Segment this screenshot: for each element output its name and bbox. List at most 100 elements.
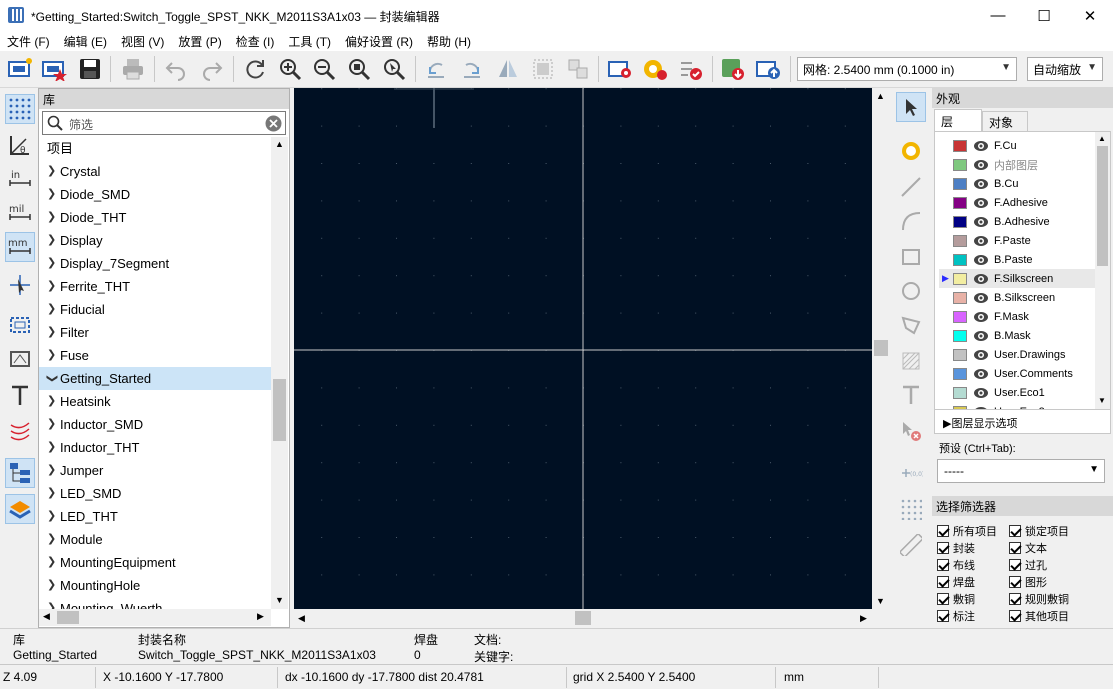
scroll-left-icon[interactable]: ◀ <box>43 611 50 622</box>
close-button[interactable]: ✕ <box>1067 0 1113 31</box>
layer-color-swatch[interactable] <box>953 291 967 304</box>
zoom-selection-icon[interactable] <box>380 55 408 83</box>
tree-item-inductor-smd[interactable]: ❯ Inductor_SMD <box>39 413 271 436</box>
library-horizontal-scrollbar[interactable]: ◀ ▶ <box>39 609 271 626</box>
chevron-right-icon[interactable]: ❯ <box>47 574 56 597</box>
tab-layers[interactable]: 层 <box>934 109 982 131</box>
tree-item-display-7segment[interactable]: ❯ Display_7Segment <box>39 252 271 275</box>
filter-other-items-checkbox[interactable]: 其他项目 <box>1009 608 1069 624</box>
filter-vias-checkbox[interactable]: 过孔 <box>1009 557 1047 573</box>
layer-row[interactable]: B.Paste <box>939 250 1095 269</box>
tree-item-module[interactable]: ❯ Module <box>39 528 271 551</box>
tab-objects[interactable]: 对象 <box>982 111 1028 131</box>
scrollbar-thumb[interactable] <box>57 611 79 624</box>
layer-row[interactable]: F.Cu <box>939 136 1095 155</box>
redo-icon[interactable] <box>198 55 226 83</box>
insert-into-board-icon[interactable] <box>754 55 782 83</box>
tree-item-led-tht[interactable]: ❯ LED_THT <box>39 505 271 528</box>
scroll-down-icon[interactable]: ▼ <box>1098 396 1106 405</box>
draw-line-icon[interactable] <box>896 172 926 202</box>
tree-item-inductor-tht[interactable]: ❯ Inductor_THT <box>39 436 271 459</box>
layer-row[interactable]: F.Adhesive <box>939 193 1095 212</box>
clear-filter-icon[interactable] <box>265 115 282 135</box>
scroll-down-icon[interactable]: ▼ <box>876 596 885 606</box>
chevron-right-icon[interactable]: ❯ <box>47 229 56 252</box>
footprint-canvas[interactable] <box>294 88 872 609</box>
scrollbar-thumb[interactable] <box>1097 146 1108 266</box>
scroll-left-icon[interactable]: ◀ <box>298 613 305 624</box>
maximize-button[interactable]: ☐ <box>1021 0 1067 31</box>
layer-list-scrollbar[interactable]: ▲ ▼ <box>1095 132 1110 409</box>
eye-icon[interactable] <box>973 273 989 285</box>
refresh-icon[interactable] <box>241 55 269 83</box>
chevron-right-icon[interactable]: ❯ <box>47 597 56 609</box>
layer-row[interactable]: ▶ F.Silkscreen <box>939 269 1095 288</box>
chevron-right-icon[interactable]: ❯ <box>47 298 56 321</box>
units-mil-icon[interactable]: mil <box>5 198 35 228</box>
menu-place[interactable]: 放置 (P) <box>171 33 228 50</box>
layer-row[interactable]: User.Drawings <box>939 345 1095 364</box>
canvas-horizontal-scrollbar[interactable]: ◀ ▶ <box>294 609 872 627</box>
tree-item-jumper[interactable]: ❯ Jumper <box>39 459 271 482</box>
layer-color-swatch[interactable] <box>953 158 967 171</box>
layer-color-swatch[interactable] <box>953 272 967 285</box>
tree-item-diode-tht[interactable]: ❯ Diode_THT <box>39 206 271 229</box>
tree-item-crystal[interactable]: ❯ Crystal <box>39 160 271 183</box>
filter-all-items-checkbox[interactable]: 所有项目 <box>937 523 997 539</box>
layer-display-options[interactable]: ▶图层显示选项 <box>934 410 1111 434</box>
layer-color-swatch[interactable] <box>953 310 967 323</box>
group-icon[interactable] <box>529 55 557 83</box>
tree-item-fuse[interactable]: ❯ Fuse <box>39 344 271 367</box>
filter-zones-checkbox[interactable]: 敷铜 <box>937 591 975 607</box>
tree-item-getting-started[interactable]: ❯ Getting_Started <box>39 367 271 390</box>
layer-color-swatch[interactable] <box>953 348 967 361</box>
scroll-up-icon[interactable]: ▲ <box>1098 134 1106 143</box>
filter-dimensions-checkbox[interactable]: 标注 <box>937 608 975 624</box>
new-footprint-icon[interactable] <box>6 55 34 83</box>
preset-select[interactable]: ----- ▼ <box>937 459 1105 483</box>
layer-row[interactable]: F.Paste <box>939 231 1095 250</box>
chevron-right-icon[interactable]: ❯ <box>47 528 56 551</box>
footprint-properties-icon[interactable] <box>606 55 634 83</box>
chevron-right-icon[interactable]: ❯ <box>47 459 56 482</box>
filter-locked-items-checkbox[interactable]: 锁定项目 <box>1009 523 1069 539</box>
filter-text-checkbox[interactable]: 文本 <box>1009 540 1047 556</box>
draw-circle-icon[interactable] <box>896 276 926 306</box>
layer-row[interactable]: B.Adhesive <box>939 212 1095 231</box>
eye-icon[interactable] <box>973 349 989 361</box>
chevron-right-icon[interactable]: ❯ <box>47 321 56 344</box>
chevron-right-icon[interactable]: ❯ <box>47 206 56 229</box>
menu-file[interactable]: 文件 (F) <box>0 33 57 50</box>
layer-color-swatch[interactable] <box>953 367 967 380</box>
filter-footprints-checkbox[interactable]: 封装 <box>937 540 975 556</box>
layer-row[interactable]: B.Mask <box>939 326 1095 345</box>
layer-row[interactable]: 内部图层 <box>939 155 1095 174</box>
check-footprint-icon[interactable] <box>677 55 705 83</box>
eye-icon[interactable] <box>973 140 989 152</box>
layer-row[interactable]: User.Eco1 <box>939 383 1095 402</box>
layer-color-swatch[interactable] <box>953 234 967 247</box>
print-icon[interactable] <box>119 55 147 83</box>
layer-color-swatch[interactable] <box>953 177 967 190</box>
eye-icon[interactable] <box>973 159 989 171</box>
layer-row[interactable]: B.Cu <box>939 174 1095 193</box>
zoom-fit-icon[interactable] <box>345 55 373 83</box>
chevron-right-icon[interactable]: ❯ <box>47 390 56 413</box>
scrollbar-thumb[interactable] <box>575 611 591 625</box>
eye-icon[interactable] <box>973 197 989 209</box>
chevron-right-icon[interactable]: ❯ <box>47 252 56 275</box>
filter-pads-checkbox[interactable]: 焊盘 <box>937 574 975 590</box>
menu-preferences[interactable]: 偏好设置 (R) <box>338 33 420 50</box>
units-inch-icon[interactable]: in <box>5 164 35 194</box>
rotate-ccw-icon[interactable] <box>422 55 450 83</box>
menu-inspect[interactable]: 检查 (I) <box>229 33 282 50</box>
ungroup-icon[interactable] <box>564 55 592 83</box>
layer-row[interactable]: B.Silkscreen <box>939 288 1095 307</box>
scrollbar-thumb[interactable] <box>874 340 888 356</box>
layers-manager-icon[interactable] <box>5 494 35 524</box>
add-text-icon[interactable] <box>896 380 926 410</box>
scroll-up-icon[interactable]: ▲ <box>275 139 284 149</box>
grid-select[interactable]: 网格: 2.5400 mm (0.1000 in) ▼ <box>797 57 1017 81</box>
layer-row[interactable]: User.Eco2 <box>939 402 1095 409</box>
filter-tracks-checkbox[interactable]: 布线 <box>937 557 975 573</box>
